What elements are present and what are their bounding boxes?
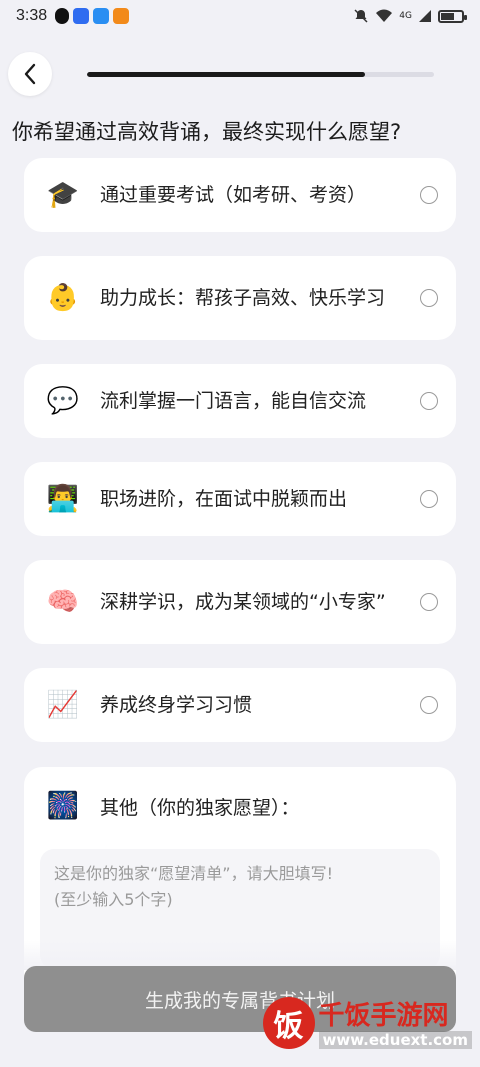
option-label: 职场进阶，在面试中脱颖而出 — [100, 488, 348, 510]
radio-button[interactable] — [420, 289, 438, 307]
progress-bar — [87, 72, 434, 77]
option-label: 深耕学识，成为某领域的“小专家” — [100, 591, 386, 613]
option-child-growth[interactable]: 👶 助力成长：帮孩子高效、快乐学习 — [24, 256, 456, 340]
option-label: 流利掌握一门语言，能自信交流 — [100, 390, 367, 412]
shield-app-icon — [73, 8, 90, 24]
progress-fill — [87, 72, 365, 77]
option-expert[interactable]: 🧠 深耕学识，成为某领域的“小专家” — [24, 560, 456, 644]
header — [0, 52, 480, 98]
screen: 3:38 4G 你希望通过高效背诵，最终实现什么愿望? 🎓 通过重要考试（如考研… — [0, 0, 480, 1067]
watermark-name: 千饭手游网 — [318, 1001, 449, 1031]
fireworks-icon: 🎆 — [46, 791, 80, 821]
option-label: 养成终身学习习惯 — [100, 694, 253, 716]
network-type: 4G — [399, 11, 412, 21]
radio-button[interactable] — [420, 696, 438, 714]
watermark-text: 千饭手游网 www.eduext.com — [318, 1001, 472, 1049]
video-app-icon — [113, 8, 130, 24]
radio-button[interactable] — [420, 593, 438, 611]
status-right: 4G — [353, 8, 467, 24]
graduation-cap-icon: 🎓 — [46, 180, 80, 210]
other-header: 🎆 其他（你的独家愿望）： — [46, 789, 438, 823]
status-bar: 3:38 4G — [0, 0, 480, 32]
chevron-left-icon — [24, 63, 36, 85]
office-worker-icon: 👨‍💻 — [46, 484, 80, 514]
option-exam[interactable]: 🎓 通过重要考试（如考研、考资） — [24, 158, 456, 232]
radio-button[interactable] — [420, 490, 438, 508]
wifi-icon — [376, 9, 393, 22]
signal-icon — [419, 10, 431, 22]
watermark-url: www.eduext.com — [318, 1031, 472, 1049]
speech-bubble-icon: 💬 — [46, 386, 80, 416]
watermark: 饭 千饭手游网 www.eduext.com — [262, 997, 472, 1049]
chart-increasing-icon: 📈 — [46, 690, 80, 720]
radio-button[interactable] — [420, 186, 438, 204]
qq-icon — [55, 8, 70, 24]
option-lifelong-learning[interactable]: 📈 养成终身学习习惯 — [24, 668, 456, 742]
mute-bell-icon — [354, 9, 368, 23]
option-label: 助力成长：帮孩子高效、快乐学习 — [100, 287, 386, 309]
cloud-app-icon — [93, 8, 110, 24]
option-label: 通过重要考试（如考研、考资） — [100, 184, 367, 206]
baby-icon: 👶 — [46, 283, 80, 313]
status-time: 3:38 — [16, 7, 48, 24]
other-label: 其他（你的独家愿望）： — [100, 796, 300, 819]
battery-icon — [438, 9, 467, 23]
radio-button[interactable] — [420, 392, 438, 410]
back-button[interactable] — [8, 52, 52, 96]
option-career[interactable]: 👨‍💻 职场进阶，在面试中脱颖而出 — [24, 462, 456, 536]
question-title: 你希望通过高效背诵，最终实现什么愿望? — [12, 120, 402, 144]
watermark-logo: 饭 — [262, 997, 315, 1049]
brain-icon: 🧠 — [46, 587, 80, 617]
option-language[interactable]: 💬 流利掌握一门语言，能自信交流 — [24, 364, 456, 438]
